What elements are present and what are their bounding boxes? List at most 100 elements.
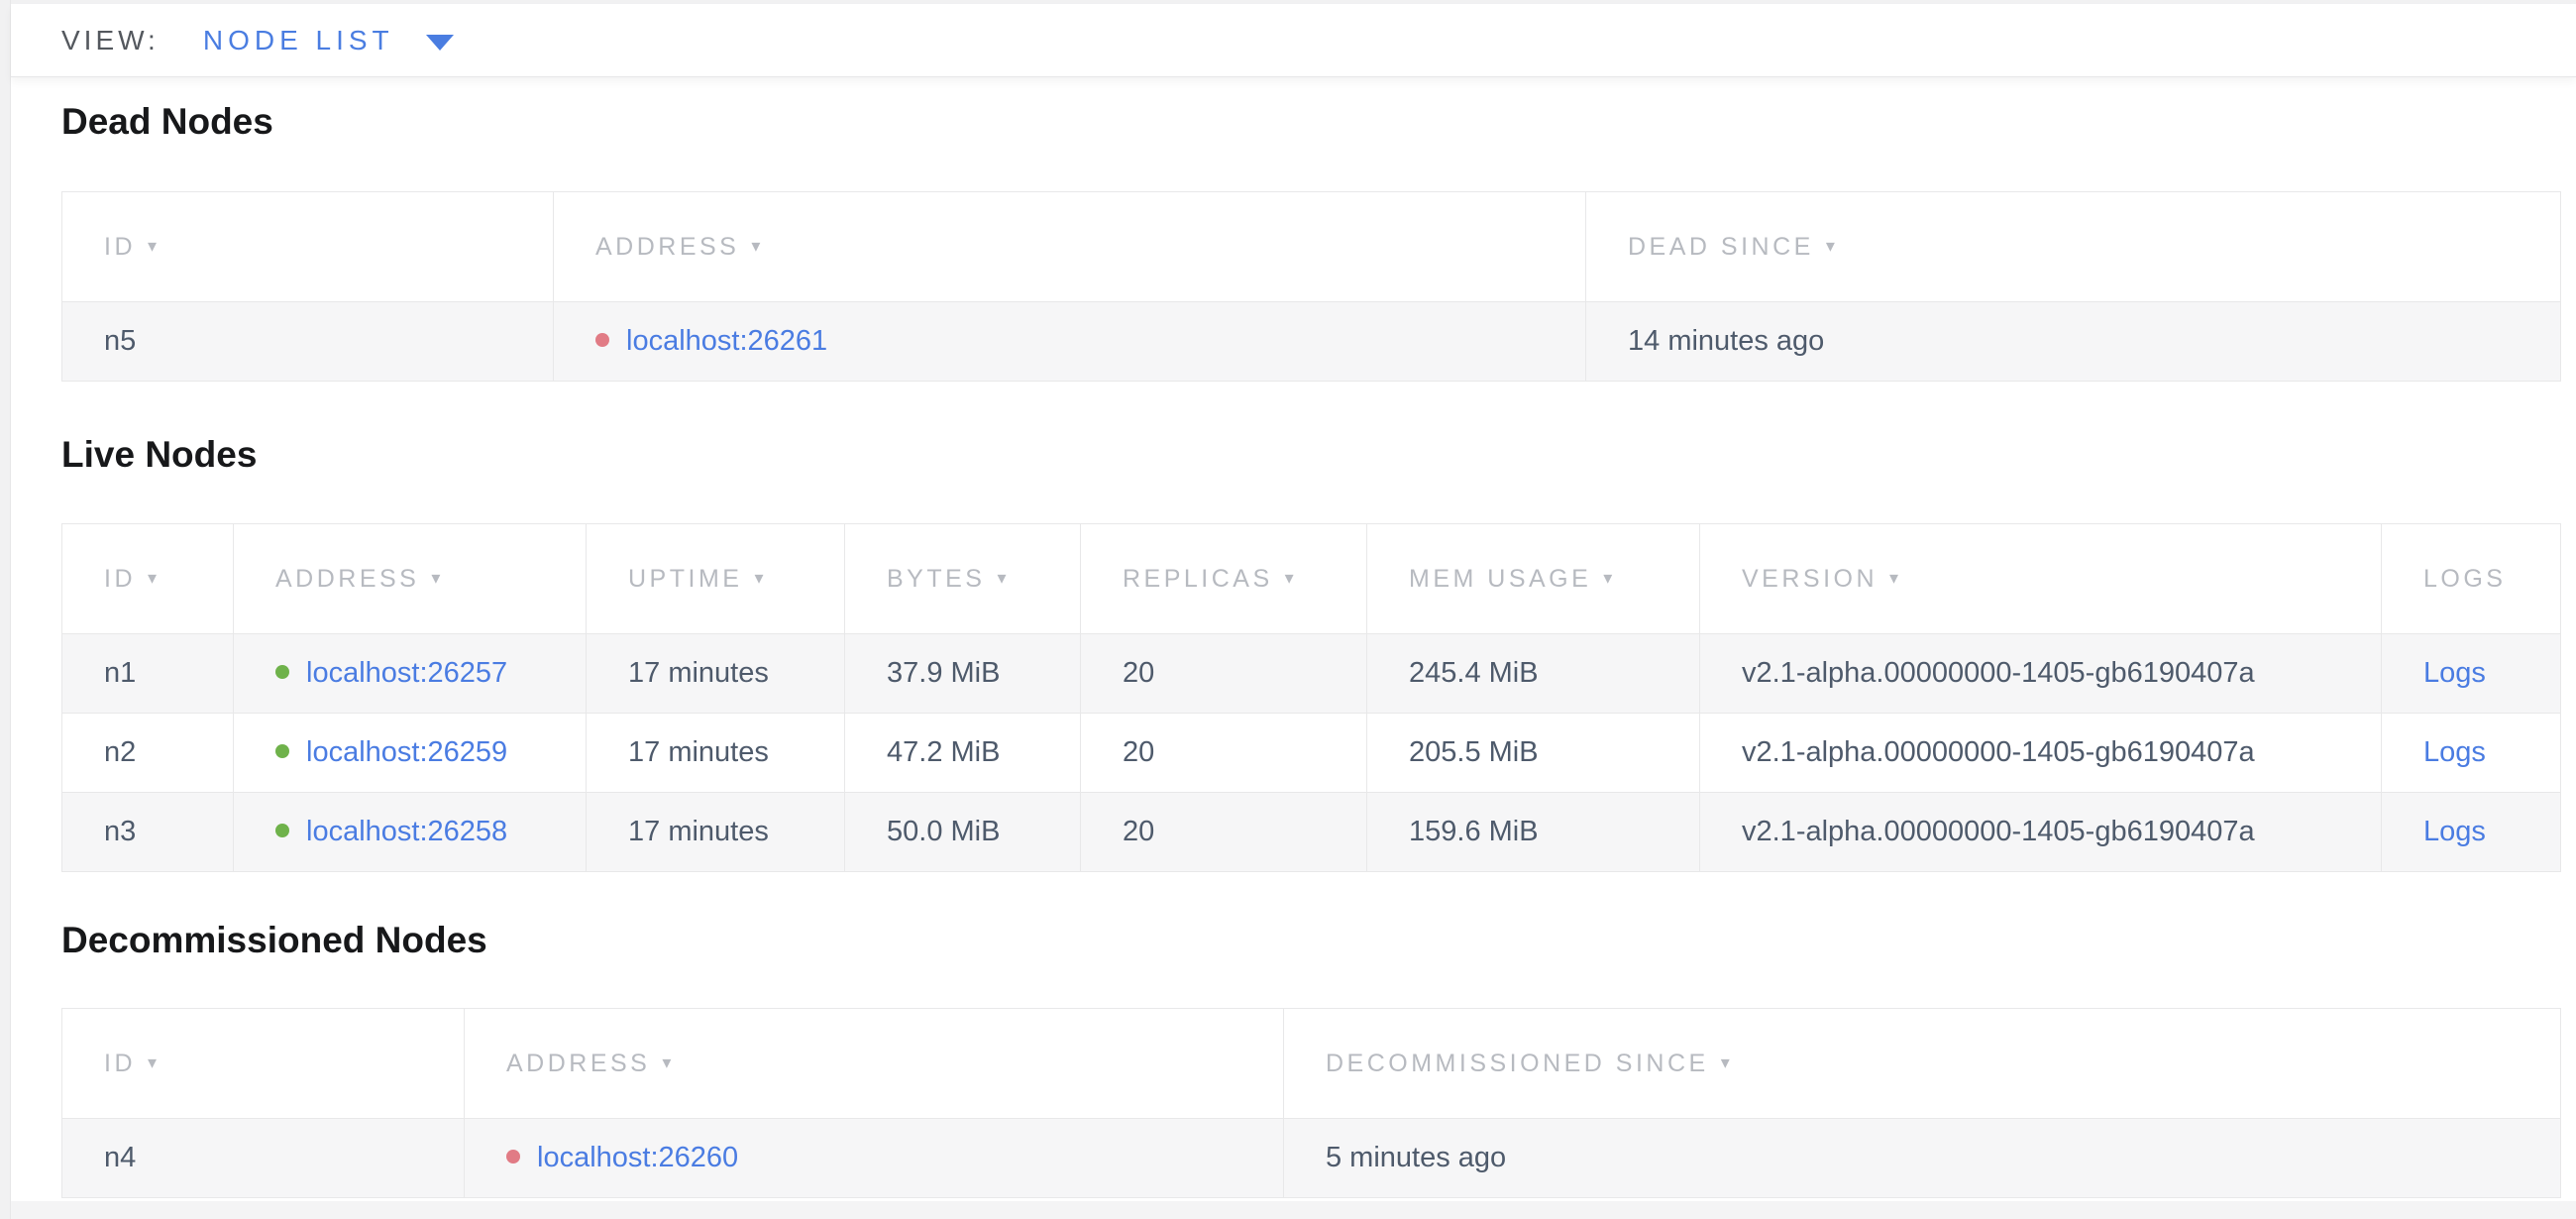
column-header-label: DEAD SINCE bbox=[1628, 233, 1814, 261]
node-address-cell: localhost:26259 bbox=[234, 714, 587, 793]
column-header-label: ADDRESS bbox=[506, 1050, 650, 1077]
logs-cell: Logs bbox=[2382, 793, 2561, 872]
view-selector-bar: VIEW: NODE LIST bbox=[11, 4, 2576, 77]
column-header-id[interactable]: ID ▾ bbox=[62, 1009, 465, 1119]
bytes-cell: 37.9 MiB bbox=[845, 634, 1081, 714]
chevron-down-icon bbox=[426, 35, 454, 51]
column-header-label: VERSION bbox=[1742, 565, 1878, 593]
node-id-cell: n1 bbox=[62, 634, 234, 714]
column-header-version[interactable]: VERSION ▾ bbox=[1700, 524, 2382, 634]
logs-link[interactable]: Logs bbox=[2423, 736, 2486, 768]
table-row: n2 localhost:26259 17 minutes 47.2 MiB 2… bbox=[62, 714, 2561, 793]
column-header-mem-usage[interactable]: MEM USAGE ▾ bbox=[1367, 524, 1700, 634]
version-cell: v2.1-alpha.00000000-1405-gb6190407a bbox=[1700, 793, 2382, 872]
sort-caret-icon: ▾ bbox=[1889, 568, 1902, 588]
column-header-label: ADDRESS bbox=[275, 565, 419, 593]
table-row: n4 localhost:26260 5 minutes ago bbox=[62, 1119, 2561, 1198]
node-id-cell: n4 bbox=[62, 1119, 465, 1198]
bytes-cell: 47.2 MiB bbox=[845, 714, 1081, 793]
section-title-dead-nodes: Dead Nodes bbox=[61, 99, 273, 145]
sort-caret-icon: ▾ bbox=[148, 1053, 161, 1072]
column-header-label: ADDRESS bbox=[595, 233, 739, 261]
column-header-dead-since[interactable]: DEAD SINCE ▾ bbox=[1586, 192, 2561, 302]
node-address-cell: localhost:26258 bbox=[234, 793, 587, 872]
node-id-cell: n5 bbox=[62, 302, 554, 382]
node-status-live-icon bbox=[275, 744, 289, 758]
node-status-live-icon bbox=[275, 824, 289, 837]
logs-link[interactable]: Logs bbox=[2423, 657, 2486, 689]
bytes-cell: 50.0 MiB bbox=[845, 793, 1081, 872]
table-row: n5 localhost:26261 14 minutes ago bbox=[62, 302, 2561, 382]
node-status-live-icon bbox=[275, 665, 289, 679]
column-header-uptime[interactable]: UPTIME ▾ bbox=[587, 524, 845, 634]
column-header-label: UPTIME bbox=[628, 565, 742, 593]
sort-caret-icon: ▾ bbox=[148, 568, 161, 588]
column-header-id[interactable]: ID ▾ bbox=[62, 192, 554, 302]
node-address-link[interactable]: localhost:26261 bbox=[626, 325, 827, 357]
logs-cell: Logs bbox=[2382, 634, 2561, 714]
column-header-label: ID bbox=[104, 233, 136, 261]
column-header-address[interactable]: ADDRESS ▾ bbox=[554, 192, 1586, 302]
node-address-link[interactable]: localhost:26259 bbox=[306, 736, 507, 768]
window-left-edge bbox=[0, 0, 11, 1219]
sort-caret-icon: ▾ bbox=[754, 568, 767, 588]
view-dropdown-value[interactable]: NODE LIST bbox=[203, 25, 394, 56]
table-row: n1 localhost:26257 17 minutes 37.9 MiB 2… bbox=[62, 634, 2561, 714]
view-dropdown[interactable]: NODE LIST bbox=[203, 25, 454, 56]
column-header-label: ID bbox=[104, 1050, 136, 1077]
logs-cell: Logs bbox=[2382, 714, 2561, 793]
table-header-row: ID ▾ ADDRESS ▾ UPTIME ▾ BYTES ▾ REPLICAS ▾ ME… bbox=[62, 524, 2561, 634]
mem-usage-cell: 205.5 MiB bbox=[1367, 714, 1700, 793]
sort-caret-icon: ▾ bbox=[1721, 1053, 1734, 1072]
table-header-row: ID ▾ ADDRESS ▾ DEAD SINCE ▾ bbox=[62, 192, 2561, 302]
sort-caret-icon: ▾ bbox=[1285, 568, 1298, 588]
node-status-dead-icon bbox=[595, 333, 609, 347]
column-header-label: MEM USAGE bbox=[1409, 565, 1591, 593]
node-id-cell: n2 bbox=[62, 714, 234, 793]
version-cell: v2.1-alpha.00000000-1405-gb6190407a bbox=[1700, 634, 2382, 714]
section-title-decommissioned-nodes: Decommissioned Nodes bbox=[61, 918, 487, 963]
replicas-cell: 20 bbox=[1081, 714, 1367, 793]
sort-caret-icon: ▾ bbox=[662, 1053, 675, 1072]
table-row: n3 localhost:26258 17 minutes 50.0 MiB 2… bbox=[62, 793, 2561, 872]
column-header-label: ID bbox=[104, 565, 136, 593]
section-title-live-nodes: Live Nodes bbox=[61, 432, 257, 478]
column-header-logs: LOGS bbox=[2382, 524, 2561, 634]
sort-caret-icon: ▾ bbox=[431, 568, 444, 588]
view-label: VIEW: bbox=[61, 25, 160, 56]
live-nodes-table: ID ▾ ADDRESS ▾ UPTIME ▾ BYTES ▾ REPLICAS ▾ ME… bbox=[61, 523, 2561, 872]
sort-caret-icon: ▾ bbox=[751, 236, 764, 256]
node-id-cell: n3 bbox=[62, 793, 234, 872]
logs-link[interactable]: Logs bbox=[2423, 816, 2486, 847]
column-header-label: DECOMMISSIONED SINCE bbox=[1326, 1050, 1709, 1077]
dead-since-cell: 14 minutes ago bbox=[1586, 302, 2561, 382]
replicas-cell: 20 bbox=[1081, 793, 1367, 872]
column-header-label: BYTES bbox=[887, 565, 985, 593]
window-bottom-edge bbox=[11, 1201, 2576, 1219]
node-address-cell: localhost:26261 bbox=[554, 302, 1586, 382]
sort-caret-icon: ▾ bbox=[148, 236, 161, 256]
column-header-address[interactable]: ADDRESS ▾ bbox=[234, 524, 587, 634]
uptime-cell: 17 minutes bbox=[587, 793, 845, 872]
node-address-link[interactable]: localhost:26258 bbox=[306, 816, 507, 847]
column-header-address[interactable]: ADDRESS ▾ bbox=[465, 1009, 1284, 1119]
version-cell: v2.1-alpha.00000000-1405-gb6190407a bbox=[1700, 714, 2382, 793]
column-header-label: LOGS bbox=[2423, 565, 2506, 593]
decommissioned-nodes-table: ID ▾ ADDRESS ▾ DECOMMISSIONED SINCE ▾ n4 lo… bbox=[61, 1008, 2561, 1198]
mem-usage-cell: 159.6 MiB bbox=[1367, 793, 1700, 872]
mem-usage-cell: 245.4 MiB bbox=[1367, 634, 1700, 714]
sort-caret-icon: ▾ bbox=[997, 568, 1010, 588]
replicas-cell: 20 bbox=[1081, 634, 1367, 714]
column-header-replicas[interactable]: REPLICAS ▾ bbox=[1081, 524, 1367, 634]
uptime-cell: 17 minutes bbox=[587, 634, 845, 714]
decommissioned-since-cell: 5 minutes ago bbox=[1284, 1119, 2561, 1198]
column-header-id[interactable]: ID ▾ bbox=[62, 524, 234, 634]
node-address-link[interactable]: localhost:26260 bbox=[537, 1142, 738, 1173]
sort-caret-icon: ▾ bbox=[1603, 568, 1616, 588]
node-status-decommissioned-icon bbox=[506, 1150, 520, 1164]
sort-caret-icon: ▾ bbox=[1826, 236, 1839, 256]
column-header-bytes[interactable]: BYTES ▾ bbox=[845, 524, 1081, 634]
column-header-label: REPLICAS bbox=[1123, 565, 1273, 593]
column-header-decommissioned-since[interactable]: DECOMMISSIONED SINCE ▾ bbox=[1284, 1009, 2561, 1119]
node-address-link[interactable]: localhost:26257 bbox=[306, 657, 507, 689]
